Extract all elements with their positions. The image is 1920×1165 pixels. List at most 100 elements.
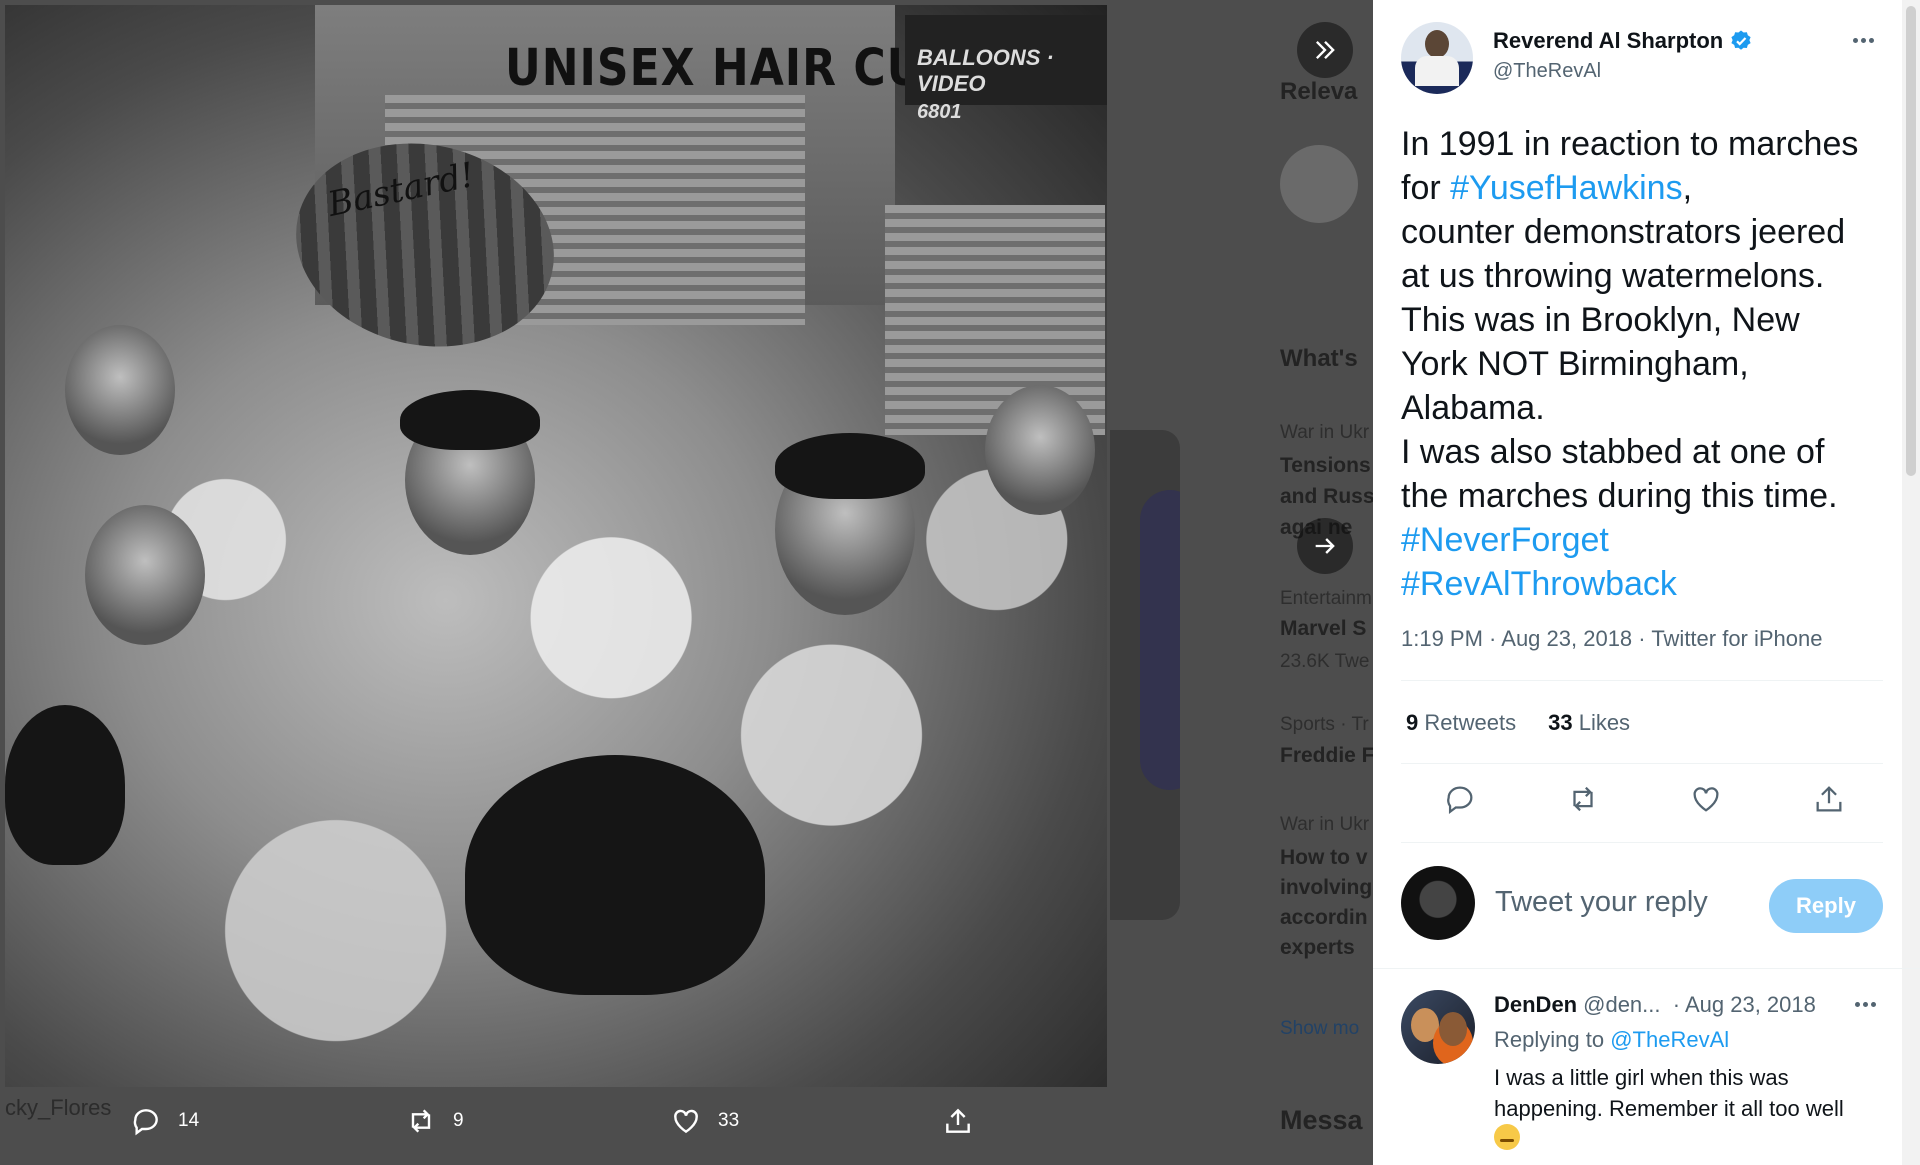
hashtag-link[interactable]: #RevAlThrowback — [1401, 562, 1901, 606]
verified-badge-icon — [1731, 30, 1751, 50]
likes-count: 33 — [1548, 710, 1573, 735]
media-like-button[interactable]: 33 — [670, 1105, 739, 1137]
bg-trend-category: War in Ukr — [1280, 422, 1370, 443]
likes-label: Likes — [1578, 710, 1631, 735]
collapse-panel-button[interactable] — [1297, 22, 1353, 78]
bg-trend-count: 23.6K Twe — [1280, 651, 1370, 672]
media-retweet-count: 9 — [453, 1110, 464, 1131]
more-options-button[interactable] — [1853, 30, 1881, 50]
reply-submit-button[interactable]: Reply — [1769, 879, 1883, 933]
tweet-line: the marches during this time. — [1401, 477, 1838, 515]
person-head — [65, 325, 175, 455]
divider — [1373, 968, 1920, 969]
reply-tweet[interactable]: DenDen @den... · Aug 23, 2018 Replying to… — [1401, 986, 1891, 1165]
retweets-stat[interactable]: 9 Retweets — [1406, 710, 1516, 736]
bg-trend-title: Freddie F — [1280, 744, 1375, 767]
tweet-text: In 1991 in reaction to marches for #Yuse… — [1401, 122, 1901, 606]
double-chevron-right-icon — [1316, 41, 1335, 59]
media-retweet-button[interactable]: 9 — [405, 1105, 464, 1137]
scrollbar-thumb[interactable] — [1906, 6, 1916, 476]
arrow-right-icon — [1315, 538, 1335, 554]
dot-icon — [1871, 1002, 1876, 1007]
reply-author-avatar[interactable] — [1401, 990, 1475, 1064]
person-head — [85, 505, 205, 645]
dot-icon — [1869, 37, 1874, 43]
reply-author-handle[interactable]: @den... — [1583, 992, 1660, 1017]
reply-composer: Tweet your reply Reply — [1401, 866, 1883, 940]
like-button[interactable] — [1689, 782, 1723, 816]
tweet-panel: Reverend Al Sharpton @TheRevAl In 1991 i… — [1373, 0, 1920, 1165]
bg-trend-category: Sports · Tr — [1280, 714, 1369, 735]
author-handle[interactable]: @TheRevAl — [1493, 60, 1601, 83]
person-hair — [775, 433, 925, 499]
author-name-row[interactable]: Reverend Al Sharpton — [1493, 28, 1753, 54]
reply-line: I was a little girl when this was — [1494, 1065, 1789, 1090]
balloons-sign-line: BALLOONS · VIDEO — [917, 45, 1054, 96]
reply-button[interactable] — [1443, 782, 1477, 816]
tweet-line: York NOT Birmingham, — [1401, 345, 1749, 383]
reply-header: DenDen @den... · Aug 23, 2018 — [1494, 992, 1816, 1018]
retweet-icon — [411, 1109, 431, 1133]
person-hair — [465, 755, 765, 995]
bg-trend-line: involving — [1280, 876, 1373, 899]
author-avatar[interactable] — [1401, 22, 1473, 94]
bg-trend-line: experts — [1280, 936, 1355, 959]
heart-icon — [1693, 787, 1719, 812]
dot-icon — [1861, 37, 1866, 43]
hashtag-link[interactable]: #NeverForget — [1401, 518, 1901, 562]
heart-icon — [674, 1109, 698, 1134]
reply-icon — [1447, 786, 1473, 815]
bg-media-card — [1110, 430, 1180, 920]
media-reply-button[interactable]: 14 — [130, 1105, 199, 1137]
bg-trend-title: Marvel S — [1280, 617, 1367, 640]
tweet-timestamp[interactable]: 1:19 PM · Aug 23, 2018 · Twitter for iPh… — [1401, 626, 1823, 652]
replying-to: Replying to @TheRevAl — [1494, 1027, 1729, 1053]
tweet-line: In 1991 in reaction to marches — [1401, 125, 1859, 163]
share-button[interactable] — [1812, 782, 1846, 816]
bg-trend-category: War in Ukr — [1280, 814, 1370, 835]
tweet-line: for #YusefHawkins, — [1401, 166, 1901, 210]
media-share-button[interactable] — [942, 1105, 974, 1137]
reply-more-options-button[interactable] — [1855, 1002, 1883, 1012]
likes-stat[interactable]: 33 Likes — [1548, 710, 1630, 736]
share-icon — [946, 1108, 970, 1133]
dot-icon — [1853, 37, 1858, 43]
sad-face-emoji-icon — [1494, 1124, 1520, 1150]
person-hair — [5, 705, 125, 865]
retweets-count: 9 — [1406, 710, 1419, 735]
divider — [1401, 680, 1883, 681]
retweet-button[interactable] — [1566, 782, 1600, 816]
bg-relevant-heading: Releva — [1280, 78, 1358, 105]
reply-input[interactable]: Tweet your reply — [1495, 886, 1708, 919]
media-photo[interactable]: UNISEX HAIR CUTTING BALLOONS · VIDEO 680… — [5, 5, 1107, 1087]
replying-to-handle[interactable]: @TheRevAl — [1610, 1027, 1729, 1052]
bg-avatar — [1280, 145, 1358, 223]
background-page: Releva What's War in Ukr Tensions and Ru… — [1240, 0, 1380, 1165]
tweet-line: I was also stabbed at one of — [1401, 433, 1825, 471]
media-reply-count: 14 — [178, 1110, 200, 1131]
divider — [1401, 763, 1883, 764]
balloons-sign-number: 6801 — [917, 101, 962, 123]
tweet-line: This was in Brooklyn, New — [1401, 301, 1800, 339]
photo-credit: cky_Flores — [5, 1095, 112, 1120]
retweets-label: Retweets — [1424, 710, 1517, 735]
hashtag-link[interactable]: #YusefHawkins — [1450, 169, 1682, 207]
next-media-button[interactable] — [1297, 518, 1353, 574]
bg-trend-line: How to v — [1280, 846, 1368, 869]
reply-date[interactable]: · Aug 23, 2018 — [1673, 992, 1816, 1017]
scrollbar-track[interactable] — [1902, 0, 1920, 1165]
current-user-avatar[interactable] — [1401, 866, 1475, 940]
bg-show-more-link: Show mo — [1280, 1018, 1360, 1039]
bg-whats-heading: What's — [1280, 345, 1358, 372]
bg-trend-category: Entertainm — [1280, 588, 1372, 609]
share-icon — [1816, 786, 1842, 812]
media-action-bar: 14 9 33 — [130, 1105, 990, 1145]
tweet-line: at us throwing watermelons. — [1401, 257, 1825, 295]
tweet-line: counter demonstrators jeered — [1401, 213, 1846, 251]
author-name[interactable]: Reverend Al Sharpton — [1493, 28, 1723, 54]
reply-author-name[interactable]: DenDen — [1494, 992, 1577, 1017]
dot-icon — [1855, 1002, 1860, 1007]
dot-icon — [1863, 1002, 1868, 1007]
reply-line: happening. Remember it all too well — [1494, 1096, 1844, 1121]
tweet-stats: 9 Retweets 33 Likes — [1406, 710, 1630, 736]
